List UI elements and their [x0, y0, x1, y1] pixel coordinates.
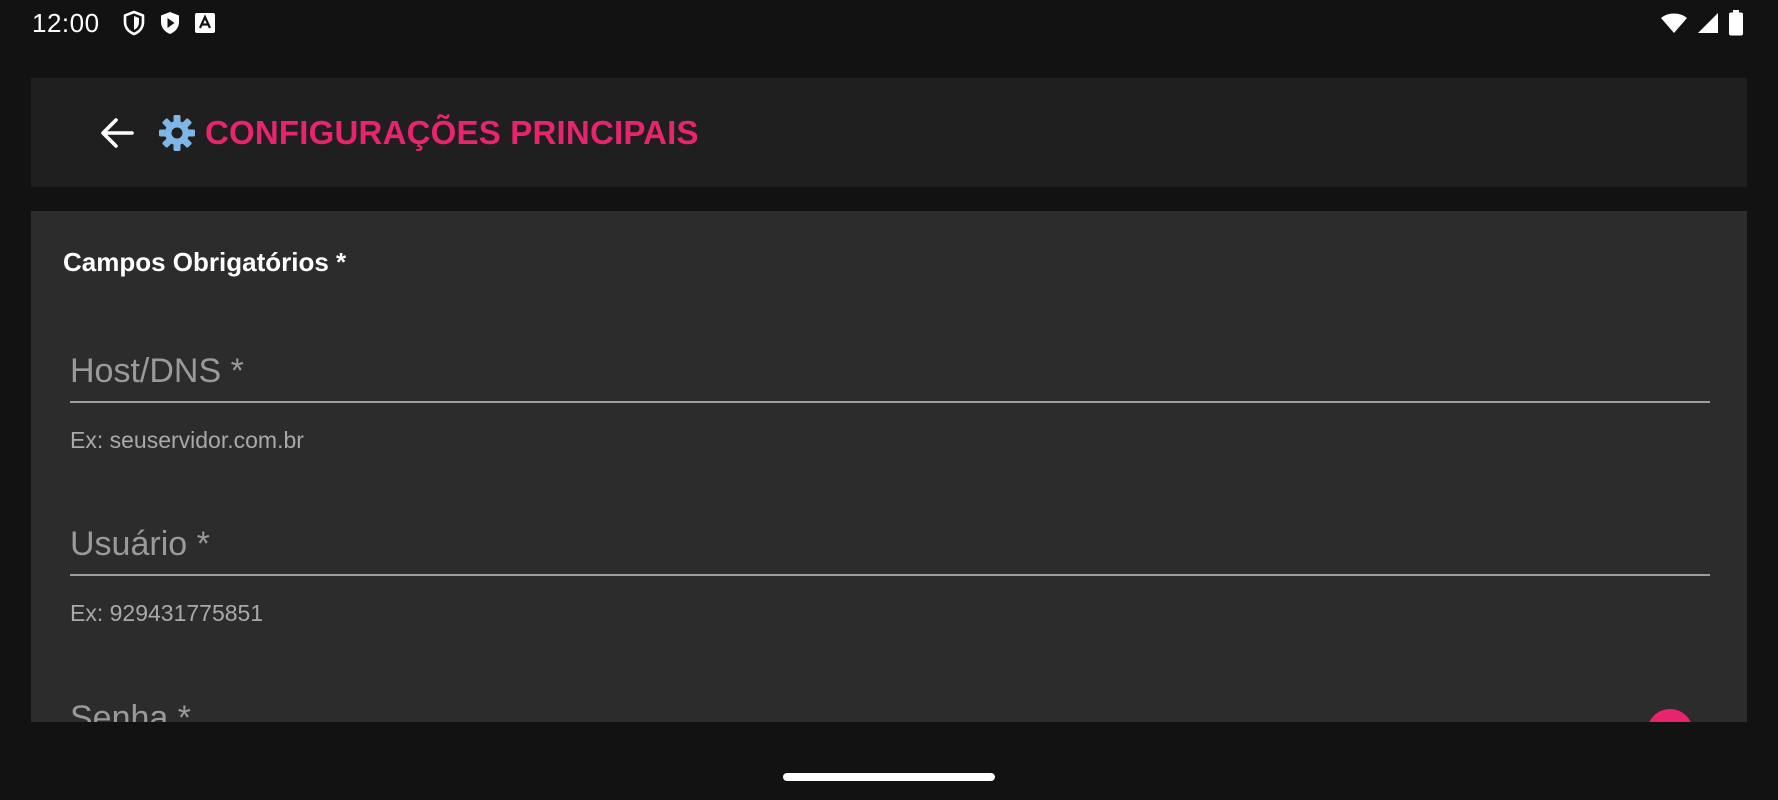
back-button[interactable]	[85, 101, 149, 165]
font-icon	[194, 12, 216, 34]
arrow-left-icon	[101, 117, 134, 148]
user-input[interactable]	[70, 520, 1710, 576]
gesture-nav-handle[interactable]	[783, 773, 995, 781]
page-title: CONFIGURAÇÕES PRINCIPAIS	[205, 113, 699, 151]
form-card: Campos Obrigatórios * Ex: seuservidor.co…	[31, 211, 1747, 722]
shield-icon	[122, 10, 146, 36]
gear-icon	[157, 113, 197, 153]
password-field	[70, 694, 1710, 722]
password-input[interactable]	[70, 694, 1710, 722]
wifi-icon	[1660, 11, 1688, 35]
play-icon	[158, 10, 182, 36]
user-helper-text: Ex: 929431775851	[70, 600, 264, 626]
status-time: 12:00	[32, 7, 100, 38]
visibility-icon	[1656, 718, 1684, 722]
signal-icon	[1696, 11, 1720, 35]
app-bar: CONFIGURAÇÕES PRINCIPAIS	[31, 78, 1747, 187]
host-input[interactable]	[70, 347, 1710, 403]
status-right	[1652, 10, 1744, 36]
section-title: Campos Obrigatórios *	[63, 247, 347, 277]
status-left: 12:00	[32, 8, 216, 39]
status-bar: 12:00	[0, 0, 1778, 46]
host-helper-text: Ex: seuservidor.com.br	[70, 427, 304, 453]
battery-icon	[1728, 10, 1744, 36]
user-field: Ex: 929431775851	[70, 520, 1710, 627]
host-field: Ex: seuservidor.com.br	[70, 347, 1710, 454]
